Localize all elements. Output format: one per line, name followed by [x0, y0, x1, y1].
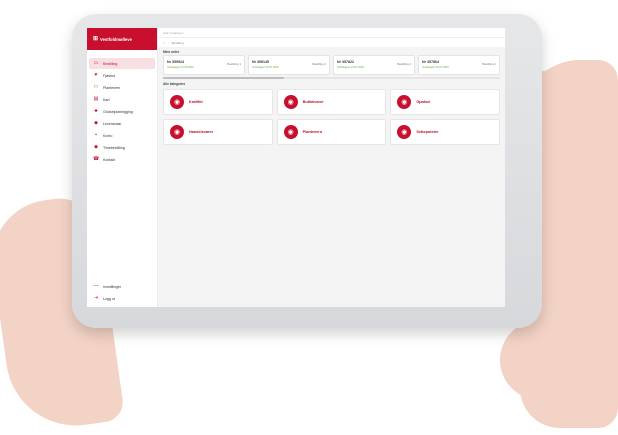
- categories-title: Alle kategorier: [163, 82, 186, 86]
- sidebar-item-kart[interactable]: ▤ Kart: [89, 94, 155, 105]
- orders-list: Nr 359924 Ordrelagert 24.05.2020 Bestill…: [158, 55, 505, 75]
- grid-logo-icon: ⊞: [93, 36, 99, 42]
- breadcrumb: ⌂ / Bestilling: [158, 37, 505, 47]
- orders-title: Mine ordre: [163, 50, 180, 54]
- map-icon: ▤: [93, 96, 99, 102]
- sidebar: ⊞ Vestfoldmølleve ▭ Bestilling ♥ Fjøsbot…: [87, 28, 158, 307]
- scrollbar-thumb[interactable]: [163, 77, 285, 79]
- order-label: Bestilling 2: [312, 62, 326, 66]
- category-settepoteter[interactable]: ◉ Settepoteter: [390, 119, 500, 145]
- order-card[interactable]: Nr 359924 Ordrelagert 24.05.2020 Bestill…: [163, 55, 245, 75]
- user-icon: ▪: [95, 132, 97, 138]
- order-number: Nr 359145: [252, 60, 269, 64]
- sidebar-item-bestilling[interactable]: ▭ Bestilling: [89, 58, 155, 69]
- sidebar-item-label: Kontakt: [103, 157, 116, 162]
- category-name: Butikkvarer: [302, 100, 324, 104]
- order-status: Ordrelagert 23.07.2020: [252, 66, 279, 69]
- orders-scrollbar[interactable]: [163, 77, 500, 79]
- logout-icon: ⇥: [93, 295, 99, 301]
- order-number: Nr 359924: [167, 60, 184, 64]
- category-gjodsel[interactable]: ◉ Gjødsel: [390, 89, 500, 115]
- category-name: Handelsvarer: [189, 130, 214, 134]
- order-status: Ordrelagert 23.07.2020: [422, 66, 449, 69]
- order-card[interactable]: Nr 359145 Ordrelagert 23.07.2020 Bestill…: [248, 55, 330, 75]
- order-label: Bestilling 4: [397, 62, 411, 66]
- sidebar-item-plantevern[interactable]: □ Plantevern: [89, 82, 155, 93]
- home-icon[interactable]: ⌂: [163, 41, 165, 45]
- sidebar-item-kontakt[interactable]: ☎ Kontakt: [89, 154, 155, 165]
- sidebar-item-leverandor[interactable]: ◆ Leverandør: [89, 118, 155, 129]
- brand-header[interactable]: ⊞ Vestfoldmølleve: [87, 28, 157, 50]
- sidebar-item-label: Innstillinger: [103, 284, 122, 289]
- shop-icon: ◉: [283, 95, 298, 109]
- sidebar-item-label: Plantevern: [103, 85, 121, 90]
- categories-grid: ◉ Kraftfôr ◉ Butikkvarer ◉ Gjødsel ◉ Han…: [158, 87, 505, 147]
- clock-icon: ◆: [94, 144, 98, 150]
- category-name: Gjødsel: [416, 100, 431, 104]
- tablet-screen: ⊞ Vestfoldmølleve ▭ Bestilling ♥ Fjøsbot…: [87, 28, 505, 307]
- category-butikkvarer[interactable]: ◉ Butikkvarer: [276, 89, 387, 115]
- gear-icon: —: [93, 283, 99, 289]
- order-label: Bestilling 1: [482, 62, 496, 66]
- sidebar-item-timebestilling[interactable]: ◆ Timebestilling: [89, 142, 155, 153]
- breadcrumb-current: Bestilling: [171, 40, 184, 45]
- category-name: Kraftfôr: [189, 100, 203, 104]
- leaf-icon: □: [94, 84, 98, 90]
- sidebar-item-label: Logg ut: [103, 296, 115, 301]
- potato-icon: ◉: [397, 125, 412, 139]
- crate-icon: ◉: [170, 125, 184, 139]
- truck-icon: ◆: [94, 120, 98, 126]
- fertilizer-icon: ◉: [397, 95, 412, 109]
- category-handelsvarer[interactable]: ◉ Handelsvarer: [163, 119, 273, 145]
- breadcrumb-separator: /: [167, 40, 169, 45]
- order-label: Bestilling 1: [227, 62, 241, 66]
- sidebar-item-fjosbot[interactable]: ♥ Fjøsbot: [89, 70, 155, 81]
- sprout-icon: ♣: [94, 108, 98, 114]
- category-kraftfor[interactable]: ◉ Kraftfôr: [163, 89, 273, 115]
- sidebar-bottom: — Innstillinger ⇥ Logg ut: [87, 280, 157, 305]
- sidebar-nav: ▭ Bestilling ♥ Fjøsbot □ Plantevern ▤ Ka…: [87, 58, 157, 165]
- brand-title: Vestfoldmølleve: [100, 36, 132, 42]
- sidebar-item-label: Leverandør: [103, 121, 122, 126]
- sidebar-item-label: Konto: [103, 133, 113, 138]
- sidebar-item-godselplanlegging[interactable]: ♣ Gödselplanlegging: [89, 106, 155, 117]
- category-name: Settepoteter: [416, 130, 439, 134]
- sidebar-item-konto[interactable]: ▪ Konto: [89, 130, 155, 141]
- order-number: Nr 357822: [337, 60, 354, 64]
- leaf-icon: ◉: [283, 125, 298, 139]
- search-input[interactable]: Søk i katalogen: [163, 31, 184, 35]
- phone-icon: ☎: [93, 156, 100, 162]
- feed-icon: ◉: [170, 95, 184, 109]
- category-plantevern[interactable]: ◉ Plantevern: [276, 119, 387, 145]
- order-status: Ordrelagert 24.05.2020: [167, 66, 194, 69]
- sidebar-item-label: Gödselplanlegging: [103, 109, 133, 114]
- sidebar-item-label: Bestilling: [103, 61, 118, 66]
- main-content: Søk i katalogen ⌂ / Bestilling Mine ordr…: [158, 28, 505, 307]
- order-card[interactable]: Nr 357822 Ordrelagert 23.07.2020 Bestill…: [333, 55, 415, 75]
- sidebar-item-logg-ut[interactable]: ⇥ Logg ut: [89, 293, 155, 304]
- search-bar[interactable]: Søk i katalogen: [158, 28, 505, 37]
- order-status: Ordrelagert 23.07.2020: [337, 66, 364, 69]
- order-number: Nr 357864: [422, 60, 439, 64]
- order-card[interactable]: Nr 357864 Ordrelagert 23.07.2020 Bestill…: [418, 55, 500, 75]
- cow-icon: ♥: [94, 72, 98, 78]
- right-fingers: [500, 320, 595, 400]
- sidebar-item-label: Fjøsbot: [103, 73, 115, 78]
- sidebar-item-label: Kart: [103, 97, 110, 102]
- sidebar-item-innstillinger[interactable]: — Innstillinger: [89, 281, 155, 292]
- category-name: Plantevern: [302, 130, 323, 134]
- cart-icon: ▭: [93, 60, 99, 66]
- sidebar-item-label: Timebestilling: [103, 145, 125, 150]
